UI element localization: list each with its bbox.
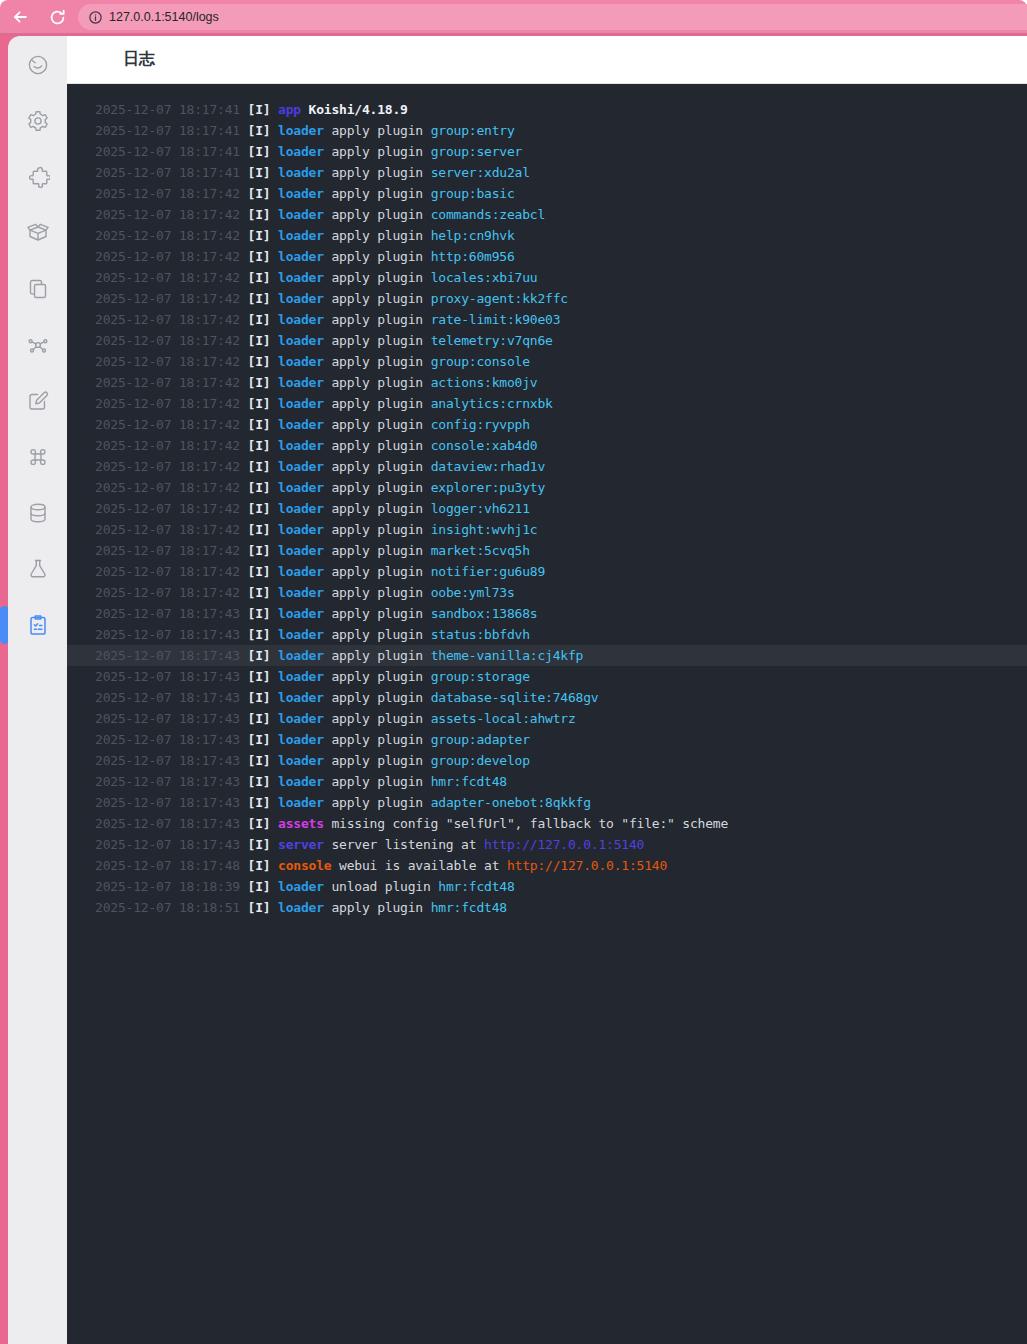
log-row: 2025-12-07 18:17:42 [I] loader apply plu… (67, 288, 1027, 309)
gear-icon (26, 109, 50, 133)
url-bar[interactable]: 127.0.0.1:5140/logs (78, 4, 1027, 30)
log-row: 2025-12-07 18:17:41 [I] loader apply plu… (67, 141, 1027, 162)
sidebar-item-settings[interactable] (24, 107, 52, 135)
log-row: 2025-12-07 18:17:43 [I] loader apply plu… (67, 708, 1027, 729)
sidebar (8, 36, 67, 1344)
sidebar-item-dashboard[interactable] (24, 51, 52, 79)
reload-icon (48, 8, 67, 27)
log-row: 2025-12-07 18:17:43 [I] loader apply plu… (67, 624, 1027, 645)
log-row: 2025-12-07 18:17:42 [I] loader apply plu… (67, 183, 1027, 204)
box-icon (26, 221, 50, 245)
page-header: 日志 (67, 36, 1027, 84)
log-row: 2025-12-07 18:17:43 [I] loader apply plu… (67, 666, 1027, 687)
page-title: 日志 (123, 49, 155, 70)
url-text: 127.0.0.1:5140/logs (109, 10, 219, 24)
sidebar-item-plugins[interactable] (24, 163, 52, 191)
log-row: 2025-12-07 18:17:42 [I] loader apply plu… (67, 330, 1027, 351)
log-row: 2025-12-07 18:17:41 [I] loader apply plu… (67, 120, 1027, 141)
log-row: 2025-12-07 18:17:42 [I] loader apply plu… (67, 582, 1027, 603)
log-row: 2025-12-07 18:17:42 [I] loader apply plu… (67, 246, 1027, 267)
copy-icon (26, 277, 50, 301)
sidebar-item-dataview[interactable] (24, 331, 52, 359)
log-row: 2025-12-07 18:17:43 [I] assets missing c… (67, 813, 1027, 834)
log-row: 2025-12-07 18:17:43 [I] loader apply plu… (67, 645, 1027, 666)
log-row: 2025-12-07 18:17:43 [I] loader apply plu… (67, 687, 1027, 708)
puzzle-icon (26, 165, 50, 189)
reload-button[interactable] (45, 5, 69, 29)
log-row: 2025-12-07 18:18:51 [I] loader apply plu… (67, 897, 1027, 918)
log-row: 2025-12-07 18:17:42 [I] loader apply plu… (67, 267, 1027, 288)
log-row: 2025-12-07 18:17:48 [I] console webui is… (67, 855, 1027, 876)
log-row: 2025-12-07 18:17:41 [I] app Koishi/4.18.… (67, 99, 1027, 120)
log-row: 2025-12-07 18:17:43 [I] loader apply plu… (67, 771, 1027, 792)
log-row: 2025-12-07 18:17:42 [I] loader apply plu… (67, 204, 1027, 225)
log-row: 2025-12-07 18:17:42 [I] loader apply plu… (67, 309, 1027, 330)
log-row: 2025-12-07 18:17:42 [I] loader apply plu… (67, 519, 1027, 540)
sidebar-item-sandbox[interactable] (24, 387, 52, 415)
database-icon (26, 501, 50, 525)
log-row: 2025-12-07 18:17:42 [I] loader apply plu… (67, 561, 1027, 582)
app-window: 日志 2025-12-07 18:17:41 [I] app Koishi/4.… (0, 36, 1027, 1344)
log-row: 2025-12-07 18:17:42 [I] loader apply plu… (67, 435, 1027, 456)
log-row: 2025-12-07 18:18:39 [I] loader unload pl… (67, 876, 1027, 897)
sidebar-item-experiments[interactable] (24, 555, 52, 583)
log-row: 2025-12-07 18:17:42 [I] loader apply plu… (67, 225, 1027, 246)
log-row: 2025-12-07 18:17:42 [I] loader apply plu… (67, 477, 1027, 498)
browser-topbar: 127.0.0.1:5140/logs (0, 0, 1027, 36)
flask-icon (26, 557, 50, 581)
log-row: 2025-12-07 18:17:42 [I] loader apply plu… (67, 372, 1027, 393)
site-info-icon[interactable] (85, 7, 105, 27)
log-row: 2025-12-07 18:17:43 [I] server server li… (67, 834, 1027, 855)
log-row: 2025-12-07 18:17:42 [I] loader apply plu… (67, 351, 1027, 372)
log-row: 2025-12-07 18:17:43 [I] loader apply plu… (67, 729, 1027, 750)
sidebar-item-market[interactable] (24, 219, 52, 247)
log-row: 2025-12-07 18:17:41 [I] loader apply plu… (67, 162, 1027, 183)
log-list: 2025-12-07 18:17:41 [I] app Koishi/4.18.… (67, 84, 1027, 1344)
log-row: 2025-12-07 18:17:42 [I] loader apply plu… (67, 540, 1027, 561)
log-row: 2025-12-07 18:17:42 [I] loader apply plu… (67, 456, 1027, 477)
back-button[interactable] (8, 5, 32, 29)
koishi-logo-icon (26, 53, 50, 77)
command-icon (26, 445, 50, 469)
back-arrow-icon (10, 7, 30, 27)
sidebar-item-logs[interactable] (24, 611, 52, 639)
log-row: 2025-12-07 18:17:43 [I] loader apply plu… (67, 750, 1027, 771)
log-row: 2025-12-07 18:17:42 [I] loader apply plu… (67, 414, 1027, 435)
log-row: 2025-12-07 18:17:42 [I] loader apply plu… (67, 498, 1027, 519)
sidebar-item-explorer[interactable] (24, 275, 52, 303)
log-row: 2025-12-07 18:17:42 [I] loader apply plu… (67, 393, 1027, 414)
graph-icon (26, 333, 50, 357)
sidebar-item-database[interactable] (24, 499, 52, 527)
clipboard-check-icon (26, 613, 50, 637)
log-row: 2025-12-07 18:17:43 [I] loader apply plu… (67, 792, 1027, 813)
sidebar-item-commands[interactable] (24, 443, 52, 471)
edit-icon (26, 389, 50, 413)
log-row: 2025-12-07 18:17:43 [I] loader apply plu… (67, 603, 1027, 624)
